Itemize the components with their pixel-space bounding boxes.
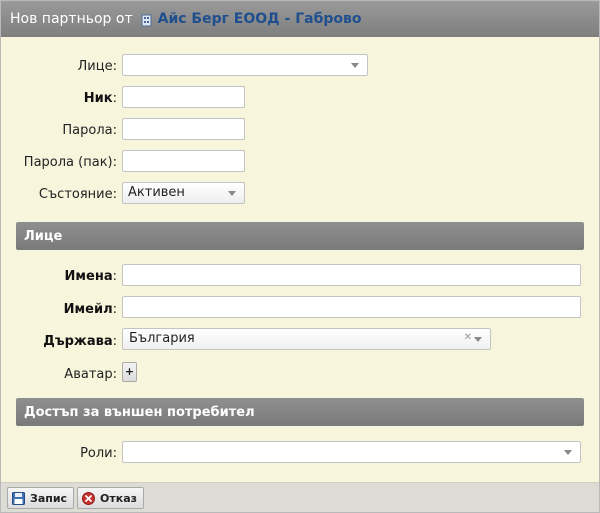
- person-label: Лице:: [77, 59, 117, 74]
- save-button[interactable]: Запис: [7, 487, 75, 509]
- avatar-add-button[interactable]: +: [122, 362, 137, 382]
- clear-icon[interactable]: ✕: [464, 332, 472, 343]
- roles-select[interactable]: [122, 441, 581, 463]
- state-select[interactable]: Активен: [122, 182, 245, 204]
- chevron-down-icon: [474, 337, 482, 342]
- chevron-down-icon: [228, 191, 236, 196]
- cancel-button[interactable]: Отказ: [77, 487, 145, 509]
- country-value: България: [129, 331, 195, 346]
- section-access-header: Достъп за външен потребител: [16, 398, 584, 426]
- save-button-label: Запис: [30, 491, 68, 505]
- country-select[interactable]: България ✕: [122, 328, 491, 350]
- section-person-title: Лице: [24, 228, 63, 244]
- partner-link[interactable]: Айс Берг ЕООД - Габрово: [158, 11, 362, 27]
- new-partner-dialog: Нов партньор от Айс Берг ЕООД - Габрово …: [0, 0, 600, 513]
- avatar-label: Аватар:: [64, 367, 117, 382]
- password-label: Парола:: [62, 123, 117, 138]
- password-again-input[interactable]: [122, 150, 245, 172]
- dialog-title-prefix: Нов партньор от: [10, 11, 133, 27]
- dialog-titlebar: Нов партньор от Айс Берг ЕООД - Габрово: [1, 1, 599, 37]
- names-input[interactable]: [122, 264, 581, 286]
- roles-label: Роли:: [80, 446, 117, 461]
- cancel-button-label: Отказ: [100, 491, 138, 505]
- floppy-disk-icon: [12, 491, 25, 505]
- password-input[interactable]: [122, 118, 245, 140]
- names-label: Имена:: [64, 269, 117, 284]
- country-label: Държава:: [43, 334, 117, 349]
- chevron-down-icon: [564, 450, 572, 455]
- section-person-header: Лице: [16, 222, 584, 250]
- password-again-label: Парола (пак):: [23, 155, 117, 170]
- building-icon: [141, 14, 152, 27]
- email-label: Имейл:: [63, 302, 117, 317]
- email-input[interactable]: [122, 296, 581, 318]
- state-label: Състояние:: [38, 187, 117, 202]
- state-value: Активен: [128, 185, 185, 200]
- dialog-footer: Запис Отказ: [1, 482, 599, 512]
- cancel-icon: [82, 491, 95, 505]
- nick-label: Ник:: [83, 91, 117, 106]
- person-select[interactable]: [122, 54, 368, 76]
- chevron-down-icon: [351, 63, 359, 68]
- section-access-title: Достъп за външен потребител: [24, 404, 255, 420]
- nick-input[interactable]: [122, 86, 245, 108]
